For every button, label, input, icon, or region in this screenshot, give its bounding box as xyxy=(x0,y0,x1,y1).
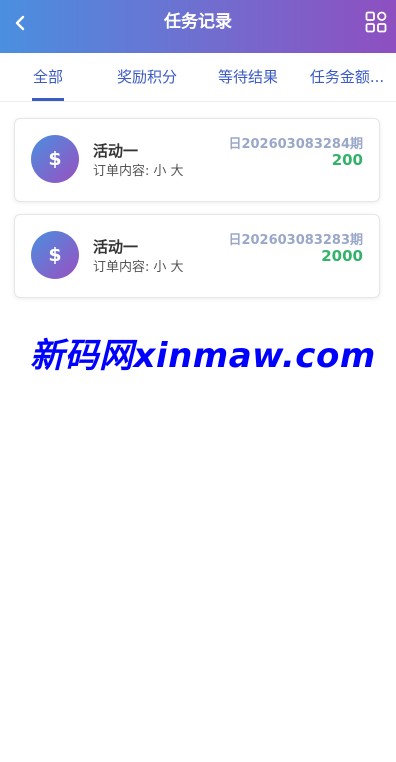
record-period: 日202603083283期 xyxy=(228,233,363,248)
record-title: 活动一 xyxy=(93,142,139,160)
watermark-text: 新码网xinmaw.com xyxy=(30,336,376,376)
tab-all[interactable]: 全部 xyxy=(0,53,96,101)
tab-task-amount[interactable]: 任务金额... xyxy=(298,53,396,101)
tab-bar: 全部 奖励积分 等待结果 任务金额... xyxy=(0,53,396,102)
order-content-value: 小 大 xyxy=(153,260,184,275)
record-title: 活动一 xyxy=(93,238,139,256)
order-content-value: 小 大 xyxy=(153,164,184,179)
record-card[interactable]: $ 活动一 订单内容: 小 大 日202603083283期 2000 xyxy=(14,214,380,298)
order-content-label: 订单内容: xyxy=(93,260,150,275)
tab-awaiting-result[interactable]: 等待结果 xyxy=(198,53,298,101)
dollar-coin-icon: $ xyxy=(31,135,79,183)
tab-active-indicator xyxy=(32,98,64,101)
record-amount: 200 xyxy=(331,151,363,169)
record-period: 日202603083284期 xyxy=(228,137,363,152)
page-title: 任务记录 xyxy=(164,12,232,32)
tab-reward-points[interactable]: 奖励积分 xyxy=(96,53,198,101)
record-amount: 2000 xyxy=(321,247,363,265)
grid-icon[interactable] xyxy=(365,11,387,33)
order-content-label: 订单内容: xyxy=(93,164,150,179)
header-bar: 任务记录 xyxy=(0,0,396,53)
record-order-content: 订单内容: 小 大 xyxy=(93,160,184,179)
record-order-content: 订单内容: 小 大 xyxy=(93,256,184,275)
dollar-coin-icon: $ xyxy=(31,231,79,279)
record-card[interactable]: $ 活动一 订单内容: 小 大 日202603083284期 200 xyxy=(14,118,380,202)
